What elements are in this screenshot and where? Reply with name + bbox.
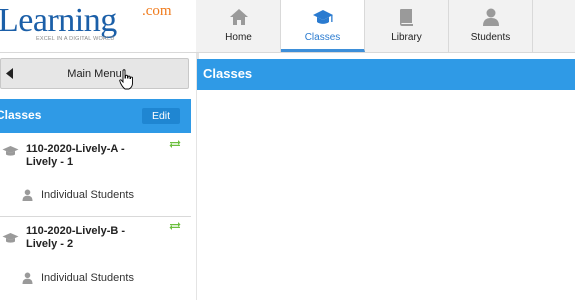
- tab-library-label: Library: [391, 32, 422, 43]
- tab-home[interactable]: Home: [197, 0, 281, 52]
- logo-wordmark: Learning: [0, 2, 117, 39]
- graduation-cap-icon: [313, 10, 333, 24]
- class-list-item[interactable]: 110-2020-Lively-A - Lively - 1 Individua…: [0, 135, 191, 215]
- class-name: 110-2020-Lively-A - Lively - 1: [26, 143, 125, 168]
- graduation-cap-icon: [2, 233, 19, 243]
- tab-classes-label: Classes: [304, 32, 341, 43]
- person-icon: [22, 189, 33, 201]
- sync-icon[interactable]: [169, 221, 181, 231]
- tab-students-label: Students: [470, 32, 511, 43]
- mouse-cursor-hand-icon: [119, 69, 133, 90]
- tab-students[interactable]: Students: [449, 0, 533, 52]
- class-name: 110-2020-Lively-B - Lively - 2: [26, 225, 126, 250]
- edit-button[interactable]: Edit: [142, 108, 180, 124]
- page-title: Classes: [203, 66, 253, 81]
- main-content-header: Classes: [197, 59, 575, 90]
- logo-tagline: EXCEL IN A DIGITAL WORLD: [36, 36, 115, 42]
- main-content-area: [197, 90, 575, 300]
- classes-section-header: Classes Edit: [0, 99, 191, 133]
- tab-classes[interactable]: Classes: [281, 0, 365, 52]
- main-menu-label: Main Menu: [67, 68, 122, 80]
- class-list-item[interactable]: 110-2020-Lively-B - Lively - 2 Individua…: [0, 217, 191, 297]
- logo-suffix: .com: [142, 3, 172, 19]
- top-header: Learning .com EXCEL IN A DIGITAL WORLD H…: [0, 0, 575, 53]
- person-icon: [483, 8, 499, 26]
- person-icon: [22, 272, 33, 284]
- main-nav: Home Classes Library Students: [197, 0, 573, 52]
- sidebar: Main Menu Classes Edit 110-2020-Lively-A…: [0, 53, 199, 300]
- tab-library[interactable]: Library: [365, 0, 449, 52]
- book-icon: [400, 9, 413, 26]
- classes-section-title: Classes: [0, 108, 42, 122]
- individual-students-link[interactable]: Individual Students: [41, 272, 134, 284]
- graduation-cap-icon: [2, 146, 19, 156]
- sync-icon[interactable]: [169, 139, 181, 149]
- learning-logo[interactable]: Learning .com EXCEL IN A DIGITAL WORLD: [0, 0, 196, 52]
- main-menu-button[interactable]: Main Menu: [0, 58, 189, 89]
- individual-students-link[interactable]: Individual Students: [41, 189, 134, 201]
- tab-home-label: Home: [225, 32, 252, 43]
- tab-more[interactable]: [533, 0, 573, 52]
- home-icon: [230, 9, 248, 25]
